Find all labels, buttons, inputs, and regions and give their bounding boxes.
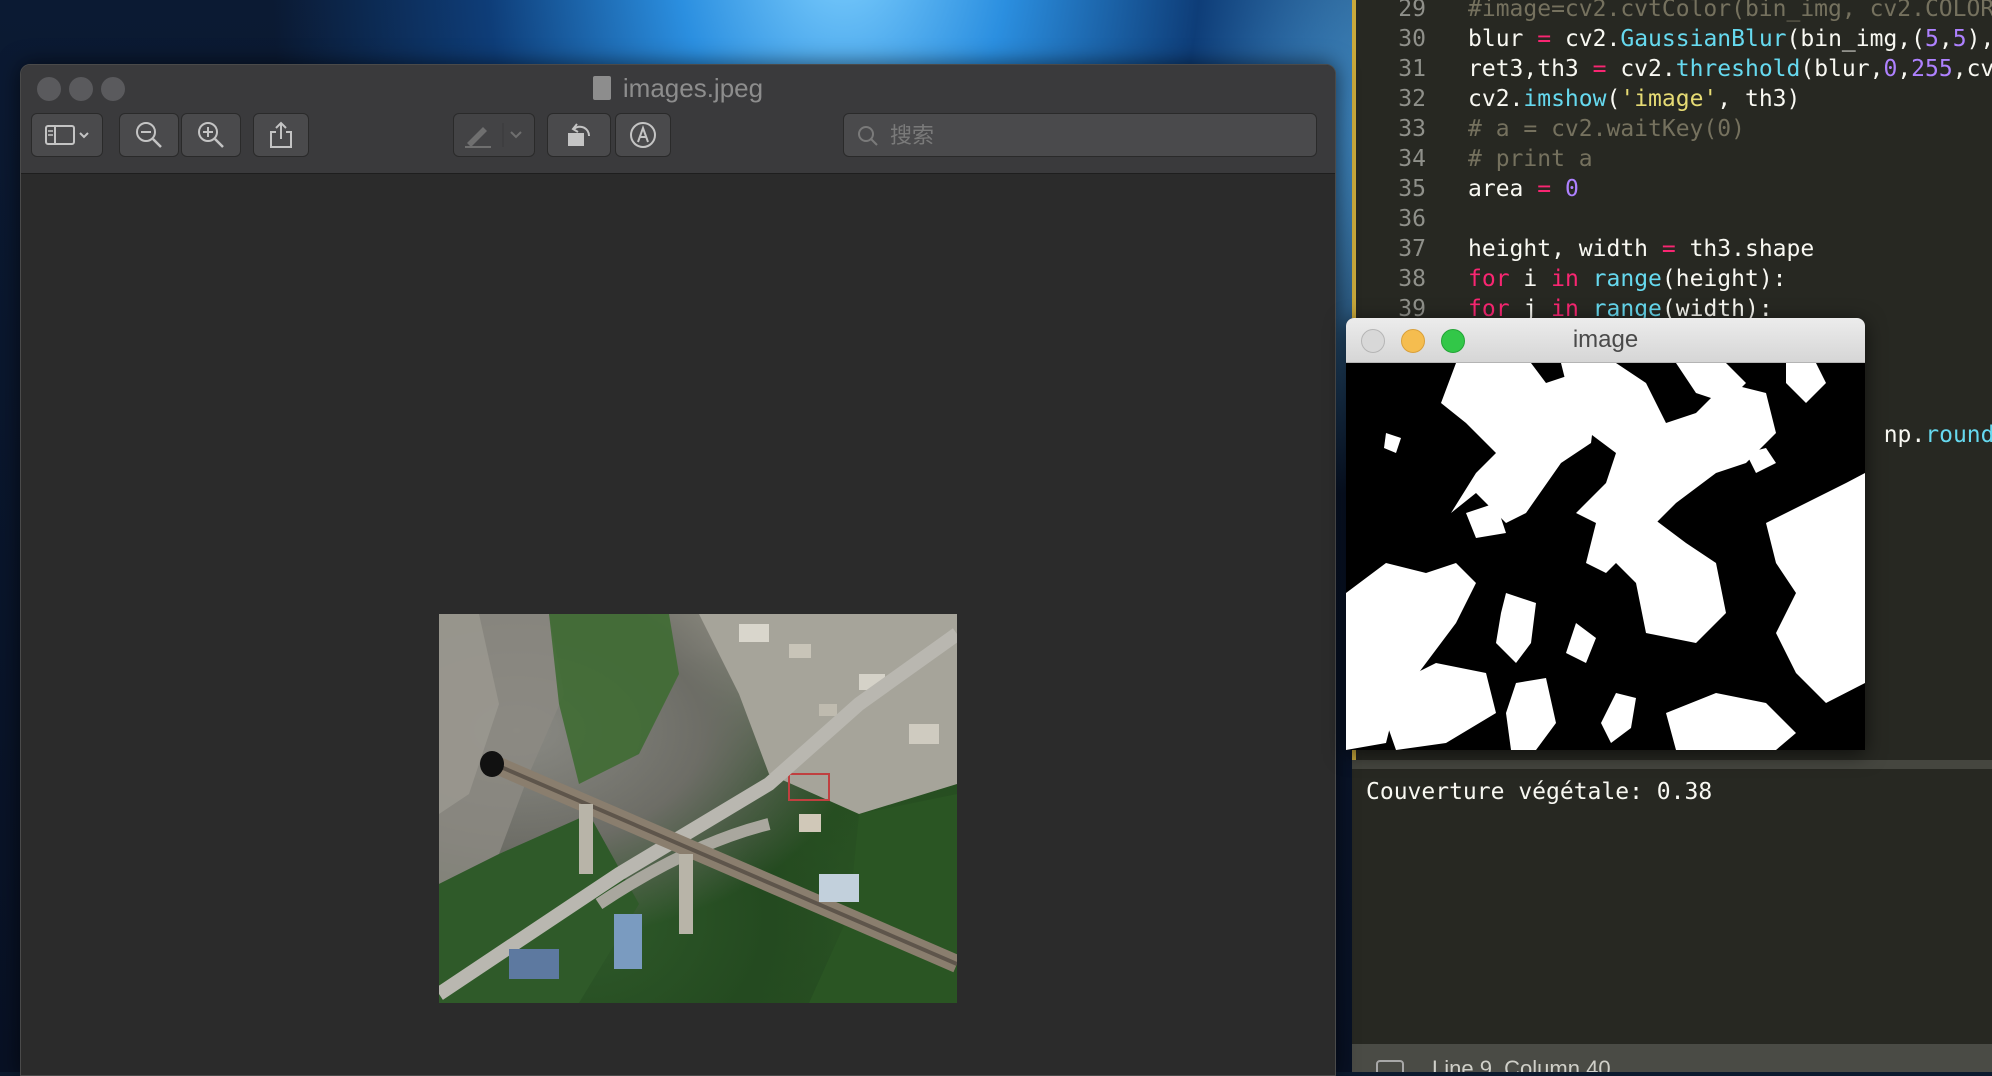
console-output: Couverture végétale: 0.38 [1366,779,1713,805]
line-number: 34 [1398,146,1426,172]
sidebar-toggle-button[interactable] [31,113,103,157]
opencv-image-window: image [1346,318,1865,750]
cv-titlebar[interactable]: image [1346,318,1865,363]
window-title-text: images.jpeg [622,73,764,103]
code-text: ret3,th3 = cv2.threshold(blur,0,255,cv [1468,56,1992,82]
rotate-icon [568,123,591,146]
code-text: # print a [1468,146,1593,172]
code-text: cv2.imshow('image', th3) [1468,86,1801,112]
markup-toolbar-button[interactable] [615,113,671,157]
zoom-in-icon [198,122,224,148]
rotate-button[interactable] [547,113,611,157]
preview-window: images.jpeg [20,64,1336,1076]
image-canvas [21,174,1335,1075]
share-button[interactable] [253,113,309,157]
window-title: images.jpeg [21,73,1335,104]
status-text: Line 9, Column 40 [1432,1056,1611,1072]
zoom-out-button[interactable] [119,113,179,157]
code-text: height, width = th3.shape [1468,236,1815,262]
line-number: 37 [1398,236,1426,262]
search-input[interactable] [888,114,1312,158]
code-text: area = 0 [1468,176,1579,202]
threshold-blobs [1346,363,1865,750]
line-number: 30 [1398,26,1426,52]
line-number: 29 [1398,0,1426,22]
code-text: #image=cv2.cvtColor(bin_img, cv2.COLOR_ [1468,0,1992,22]
panel-toggle-icon[interactable] [1376,1060,1404,1072]
status-bar: Line 9, Column 40 [1352,1044,1992,1072]
share-icon [270,121,292,148]
build-output-panel[interactable]: Couverture végétale: 0.38 [1352,760,1992,1044]
zoom-out-icon [136,122,162,148]
pen-icon [465,123,522,148]
aerial-photo[interactable] [439,614,957,1003]
markup-pen-button[interactable] [453,113,535,157]
markup-circle-icon [630,122,656,148]
search-field[interactable] [843,113,1317,158]
threshold-image[interactable] [1346,363,1865,750]
line-number: 38 [1398,266,1426,292]
partial-code-text: , np.round [1856,422,1992,448]
line-number: 32 [1398,86,1426,112]
code-text: blur = cv2.GaussianBlur(bin_img,(5,5), [1468,26,1992,52]
zoom-in-button[interactable] [181,113,241,157]
line-number: 35 [1398,176,1426,202]
aerial-photo-drawing [439,614,957,1003]
line-number: 36 [1398,206,1426,232]
cv-window-title: image [1572,326,1639,353]
line-number: 31 [1398,56,1426,82]
line-number: 33 [1398,116,1426,142]
document-icon [592,76,611,100]
code-text: # a = cv2.waitKey(0) [1468,116,1745,142]
sidebar-toggle-icon [45,125,89,145]
preview-titlebar[interactable]: images.jpeg [21,65,1335,174]
code-text: for i in range(height): [1468,266,1787,292]
search-icon [858,126,878,146]
